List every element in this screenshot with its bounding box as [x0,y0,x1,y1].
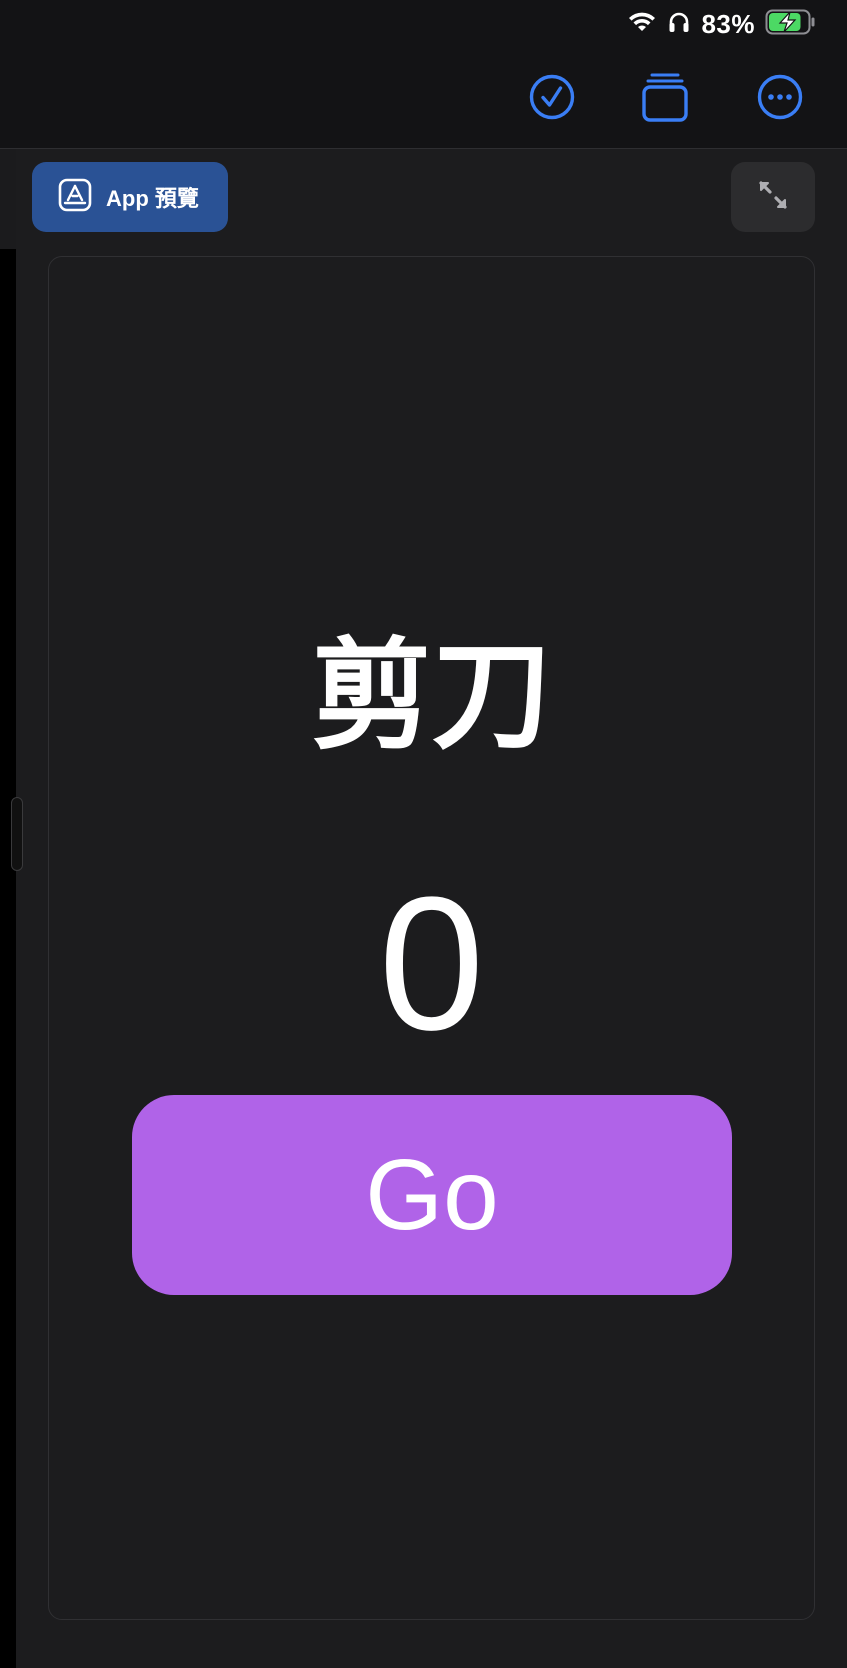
expand-arrows-icon [756,178,790,217]
checkmark-circle-icon[interactable] [527,72,577,122]
status-bar: 83% [627,8,817,40]
go-button[interactable]: Go [132,1095,732,1295]
headphones-icon [667,10,691,39]
battery-charging-icon [765,9,817,40]
battery-percent: 83% [701,8,755,39]
top-toolbar: 83% [0,0,847,149]
app-preview-label: App 預覽 [106,186,199,211]
app-store-icon [58,178,92,217]
ellipsis-circle-icon[interactable] [755,72,805,122]
app-preview-button[interactable]: App 預覽 [32,162,228,232]
expand-button[interactable] [731,162,815,232]
resize-handle[interactable] [11,797,23,871]
choice-label: 剪刀 [311,627,552,766]
score-label: 0 [378,858,485,1070]
app-preview-canvas: 剪刀 0 Go [48,256,815,1620]
wifi-icon [627,10,657,39]
sidebar-edge [0,149,16,1668]
stacked-cards-icon[interactable] [640,72,690,122]
